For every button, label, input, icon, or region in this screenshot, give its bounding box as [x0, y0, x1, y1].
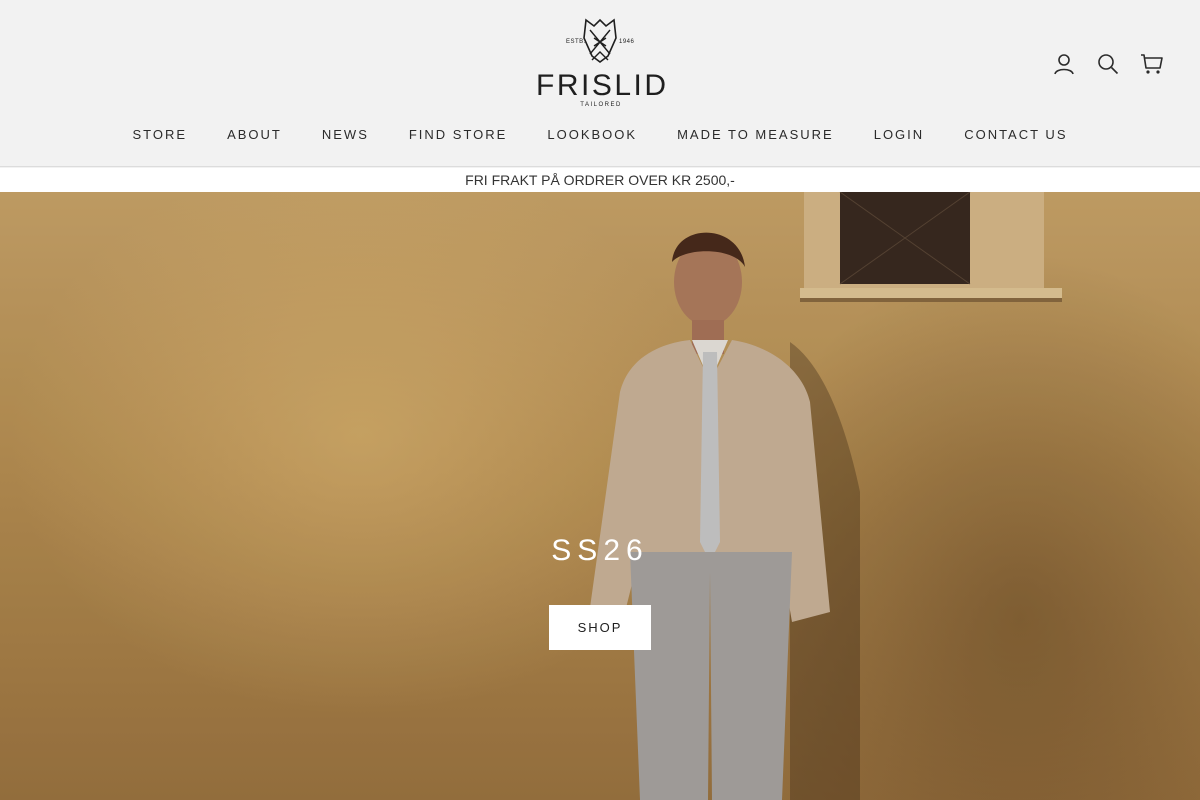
hero-overlay	[0, 192, 1200, 800]
header-actions	[1052, 50, 1164, 78]
nav-item-login[interactable]: LOGIN	[874, 127, 924, 142]
nav-item-find-store[interactable]: FIND STORE	[409, 127, 508, 142]
nav-item-lookbook[interactable]: LOOKBOOK	[547, 127, 637, 142]
main-nav: STORE ABOUT NEWS FIND STORE LOOKBOOK MAD…	[0, 127, 1200, 142]
logo-tagline: TAILORED	[580, 102, 622, 108]
shop-button[interactable]: SHOP	[549, 605, 651, 650]
hero-banner: SS26 SHOP	[0, 192, 1200, 800]
nav-item-about[interactable]: ABOUT	[227, 127, 282, 142]
search-icon[interactable]	[1096, 50, 1120, 78]
user-icon[interactable]	[1052, 50, 1076, 78]
logo-wordmark: FRISLID	[536, 69, 669, 102]
nav-item-news[interactable]: NEWS	[322, 127, 369, 142]
cart-icon[interactable]	[1140, 50, 1164, 78]
nav-item-made-to-measure[interactable]: MADE TO MEASURE	[677, 127, 834, 142]
logo-estb-text: ESTB.	[566, 39, 586, 45]
nav-item-store[interactable]: STORE	[133, 127, 188, 142]
hero-title: SS26	[551, 534, 649, 567]
brand-logo[interactable]: ESTB. 1946 FRISLID TAILORED	[536, 16, 666, 112]
announcement-bar: FRI FRAKT PÅ ORDRER OVER KR 2500,-	[0, 168, 1200, 192]
site-header: ESTB. 1946 FRISLID TAILORED STORE ABOUT …	[0, 0, 1200, 167]
logo-year-text: 1946	[619, 39, 635, 45]
nav-item-contact-us[interactable]: CONTACT US	[964, 127, 1067, 142]
